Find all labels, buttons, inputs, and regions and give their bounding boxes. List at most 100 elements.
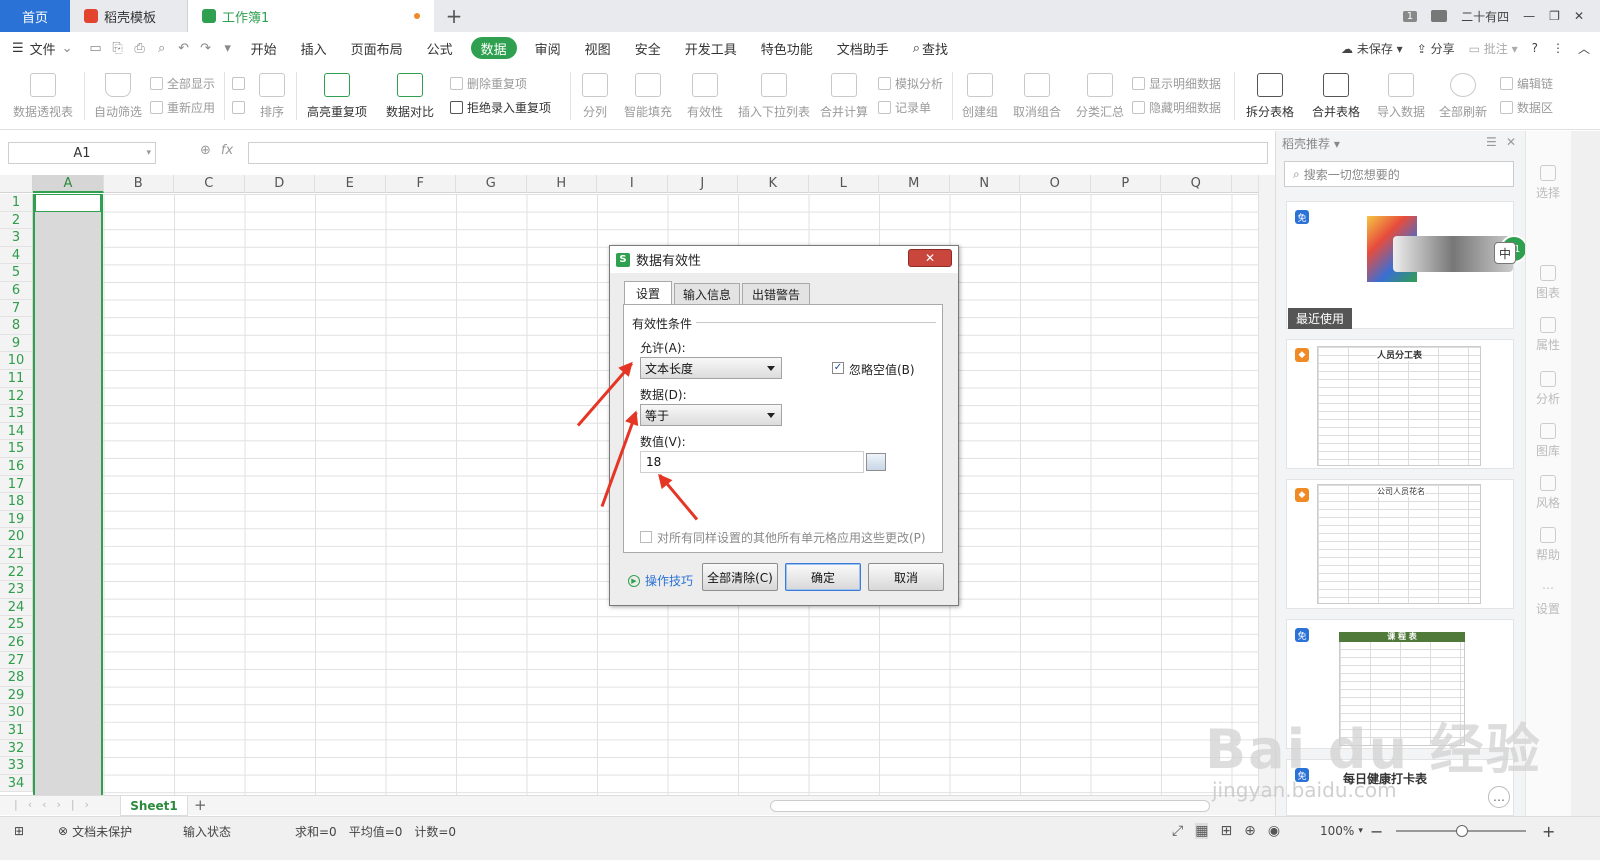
row-header-3[interactable]: 3	[0, 229, 33, 247]
row-header-26[interactable]: 26	[0, 634, 33, 652]
menu-review[interactable]: 审阅	[523, 32, 573, 64]
redo-icon[interactable]: ↷	[195, 32, 217, 64]
column-header-j[interactable]: J	[668, 175, 738, 193]
save-icon[interactable]: ▭	[85, 32, 107, 64]
column-header-l[interactable]: L	[809, 175, 879, 193]
tab-home[interactable]: 首页	[0, 0, 70, 32]
merge-table-button[interactable]: 合并表格	[1306, 64, 1366, 128]
rail-style[interactable]: 风格	[1526, 475, 1570, 511]
dialog-titlebar[interactable]: S 数据有效性 ✕	[610, 246, 958, 273]
print-icon[interactable]: ⎙	[129, 32, 151, 64]
template-card-roster[interactable]: ◆ 公司人员花名	[1286, 479, 1514, 609]
menu-formula[interactable]: 公式	[415, 32, 465, 64]
ungroup-button[interactable]: 取消组合	[1006, 64, 1068, 128]
apply-all-checkbox[interactable]	[640, 531, 652, 543]
dialog-close-button[interactable]: ✕	[908, 249, 952, 267]
autofilter-button[interactable]: 自动筛选	[90, 64, 146, 128]
column-header-n[interactable]: N	[950, 175, 1020, 193]
restore-icon[interactable]: ❐	[1549, 9, 1560, 23]
rail-chart[interactable]: 图表	[1526, 265, 1570, 301]
row-header-14[interactable]: 14	[0, 422, 33, 441]
value-input[interactable]: 18	[640, 451, 864, 473]
row-header-2[interactable]: 2	[0, 211, 33, 230]
row-header-17[interactable]: 17	[0, 475, 33, 494]
collapse-ribbon-icon[interactable]: ︿	[1578, 40, 1590, 57]
menu-security[interactable]: 安全	[623, 32, 673, 64]
import-data-button[interactable]: 导入数据	[1374, 64, 1428, 128]
column-header-m[interactable]: M	[879, 175, 950, 193]
tips-link[interactable]: ▶ 操作技巧	[628, 572, 693, 589]
sort-button[interactable]: 排序	[254, 64, 290, 128]
tab-error-alert[interactable]: 出错警告	[742, 283, 810, 305]
page-break-icon[interactable]: ⊞	[1220, 823, 1232, 839]
cancel-button[interactable]: 取消	[868, 563, 944, 591]
reapply-button[interactable]: 重新应用	[150, 96, 215, 118]
row-header-20[interactable]: 20	[0, 528, 33, 546]
formula-input[interactable]	[248, 142, 1268, 164]
row-header-33[interactable]: 33	[0, 757, 33, 775]
column-header-d[interactable]: D	[245, 175, 315, 193]
rail-settings[interactable]: ⋯ 设置	[1526, 581, 1570, 617]
column-header-q[interactable]: Q	[1161, 175, 1232, 193]
template-card-recent[interactable]: 免 最近使用	[1286, 201, 1514, 329]
column-header-p[interactable]: P	[1091, 175, 1161, 193]
row-header-23[interactable]: 23	[0, 581, 33, 599]
row-header-11[interactable]: 11	[0, 370, 33, 388]
active-cell-a1[interactable]	[35, 194, 101, 212]
row-header-30[interactable]: 30	[0, 704, 33, 722]
customize-icon[interactable]: ▾	[217, 32, 239, 64]
pivot-table-button[interactable]: 数据透视表	[8, 64, 78, 128]
horizontal-scrollbar[interactable]	[770, 800, 1210, 812]
row-header-9[interactable]: 9	[0, 334, 33, 353]
close-window-icon[interactable]: ✕	[1574, 9, 1584, 23]
column-header-f[interactable]: F	[386, 175, 456, 193]
refresh-all-button[interactable]: 全部刷新	[1434, 64, 1492, 128]
print-preview-icon[interactable]: ⌕	[151, 32, 173, 64]
user-name[interactable]: 二十有四	[1461, 8, 1509, 25]
comment-button[interactable]: ▭ 批注 ▾	[1469, 40, 1518, 57]
data-select[interactable]: 等于	[640, 404, 782, 426]
chat-icon[interactable]: …	[1488, 786, 1510, 808]
range-picker-icon[interactable]	[866, 453, 886, 471]
row-header-10[interactable]: 10	[0, 352, 33, 370]
split-table-button[interactable]: 拆分表格	[1240, 64, 1300, 128]
column-header-c[interactable]: C	[174, 175, 245, 193]
protection-status[interactable]: ⊗ 文档未保护	[58, 817, 132, 845]
unsaved-button[interactable]: ☁ 未保存 ▾	[1341, 40, 1403, 57]
fullscreen-icon[interactable]: ⤢	[1172, 823, 1183, 839]
sort-desc-button[interactable]	[232, 96, 249, 118]
sort-asc-button[interactable]	[232, 72, 249, 94]
row-header-7[interactable]: 7	[0, 299, 33, 318]
row-header-29[interactable]: 29	[0, 686, 33, 705]
hide-detail-button[interactable]: 隐藏明细数据	[1132, 96, 1221, 118]
menu-home[interactable]: 开始	[239, 32, 289, 64]
row-header-21[interactable]: 21	[0, 546, 33, 564]
column-header-o[interactable]: O	[1020, 175, 1091, 193]
row-header-1[interactable]: 1	[0, 194, 33, 212]
tab-workbook1[interactable]: 工作簿1	[188, 0, 434, 32]
data-compare-button[interactable]: 数据对比	[380, 64, 440, 128]
rail-help[interactable]: 帮助	[1526, 527, 1570, 563]
highlight-duplicates-button[interactable]: 高亮重复项	[302, 64, 372, 128]
row-header-22[interactable]: 22	[0, 563, 33, 582]
column-header-g[interactable]: G	[456, 175, 527, 193]
rail-gallery[interactable]: 图库	[1526, 423, 1570, 459]
row-header-5[interactable]: 5	[0, 264, 33, 282]
clear-all-button[interactable]: 全部清除(C)	[702, 563, 778, 591]
row-header-16[interactable]: 16	[0, 458, 33, 476]
column-header-i[interactable]: I	[597, 175, 668, 193]
consolidate-button[interactable]: 合并计算	[816, 64, 872, 128]
zoom-in-button[interactable]: +	[1542, 817, 1555, 845]
macro-icon[interactable]: ⊞	[14, 817, 24, 845]
zoom-slider[interactable]	[1396, 825, 1526, 837]
more-icon[interactable]: ⋮	[1552, 41, 1564, 55]
row-header-6[interactable]: 6	[0, 282, 33, 300]
ok-button[interactable]: 确定	[785, 563, 861, 591]
tab-docer-templates[interactable]: 稻壳模板	[70, 0, 188, 32]
minimize-icon[interactable]: —	[1523, 9, 1535, 23]
undo-icon[interactable]: ↶	[173, 32, 195, 64]
zoom-slider-thumb[interactable]	[1456, 825, 1468, 837]
pane-menu-icon[interactable]: ☰	[1486, 135, 1497, 149]
delete-duplicates-button[interactable]: 删除重复项	[450, 72, 527, 94]
zoom-level[interactable]: 100% ▾	[1320, 817, 1363, 845]
